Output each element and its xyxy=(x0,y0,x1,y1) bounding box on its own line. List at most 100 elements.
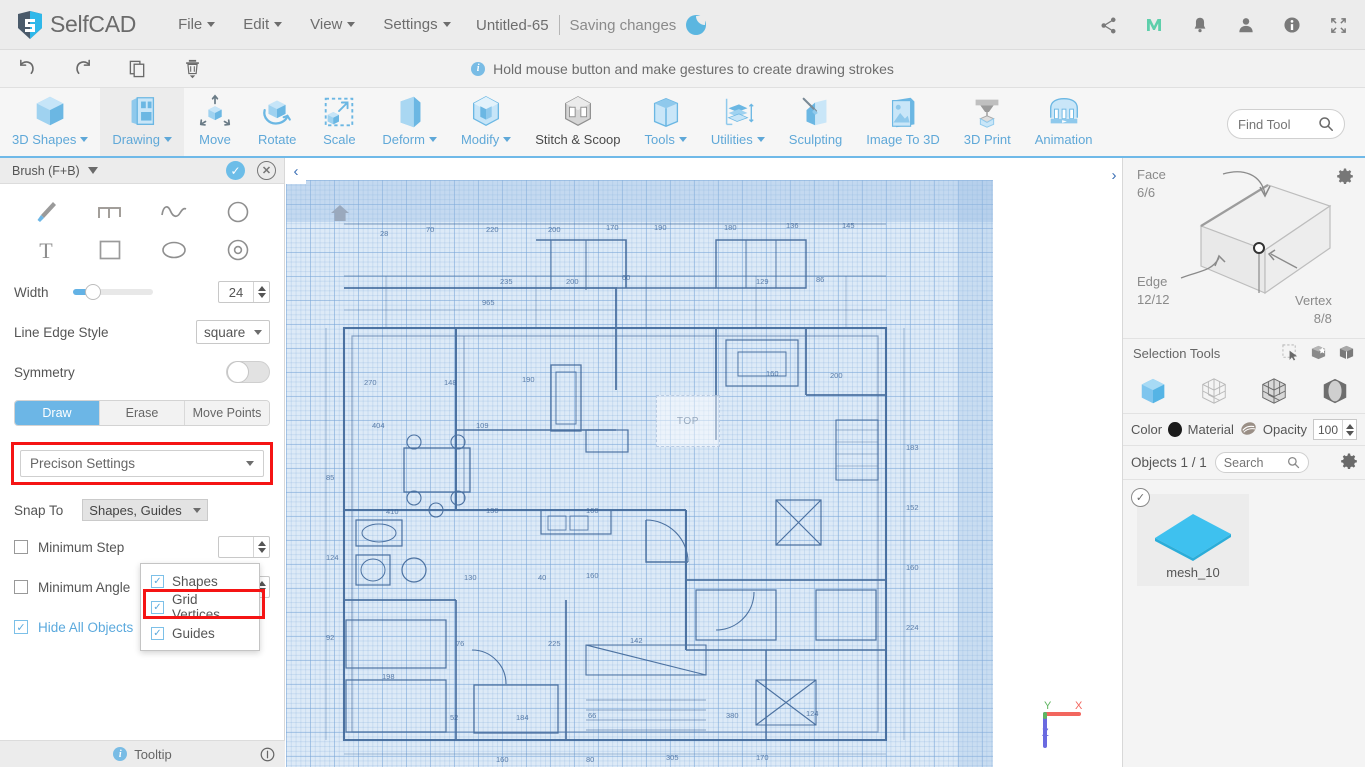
menu-settings[interactable]: Settings xyxy=(369,10,464,39)
step-line-icon[interactable] xyxy=(78,194,142,230)
ribbon-stitch-scoop[interactable]: Stitch & Scoop xyxy=(523,88,632,156)
ribbon-utilities[interactable]: Utilities xyxy=(699,88,777,156)
axis-gizmo: Y X Z xyxy=(1042,700,1083,748)
checkbox-checked-icon[interactable]: ✓ xyxy=(151,600,164,614)
menu-edit[interactable]: Edit xyxy=(229,10,296,39)
stitch-scoop-icon xyxy=(559,92,597,132)
objects-search-input[interactable] xyxy=(1223,455,1286,470)
object-selected-check-icon[interactable]: ✓ xyxy=(1131,488,1150,507)
snap-to-select[interactable]: Shapes, Guides xyxy=(82,499,209,521)
circle-icon[interactable] xyxy=(206,194,270,230)
minimum-step-input[interactable] xyxy=(219,539,253,555)
chevron-up-icon[interactable] xyxy=(1345,423,1354,429)
stepper-arrows[interactable] xyxy=(1342,419,1356,440)
help-icon[interactable] xyxy=(260,747,275,762)
ribbon-deform-label: Deform xyxy=(382,132,437,147)
ribbon-rotate[interactable]: Rotate xyxy=(246,88,308,156)
minimum-step-checkbox[interactable] xyxy=(14,540,28,554)
chevron-down-icon[interactable] xyxy=(1345,430,1354,436)
opacity-input[interactable] xyxy=(1314,422,1342,437)
rectangle-icon[interactable] xyxy=(78,232,142,268)
snap-option-shapes[interactable]: ✓ Shapes xyxy=(141,568,259,594)
ribbon-3d-shapes[interactable]: 3D Shapes xyxy=(0,88,100,156)
svg-text:220: 220 xyxy=(486,225,499,234)
slider-handle[interactable] xyxy=(84,284,101,300)
bell-icon[interactable] xyxy=(1189,14,1211,36)
ribbon-stitch-scoop-label: Stitch & Scoop xyxy=(535,132,621,147)
redo-button[interactable] xyxy=(55,50,110,87)
draw-mode-button[interactable]: Draw xyxy=(15,401,100,425)
share-icon[interactable] xyxy=(1097,14,1119,36)
confirm-button[interactable]: ✓ xyxy=(226,161,245,180)
app-logo[interactable]: SelfCAD xyxy=(16,10,136,40)
ribbon-scale[interactable]: Scale xyxy=(308,88,370,156)
ribbon-3d-print[interactable]: 3D Print xyxy=(952,88,1023,156)
chevron-up-icon[interactable] xyxy=(257,286,266,291)
chevron-up-icon[interactable] xyxy=(257,541,266,546)
collapse-left-panel-button[interactable]: ‹ xyxy=(286,158,306,184)
snap-option-grid-vertices[interactable]: ✓ Grid Vertices xyxy=(141,592,259,622)
objects-settings-icon[interactable] xyxy=(1341,453,1357,472)
find-tool-input[interactable] xyxy=(1238,116,1316,132)
width-slider[interactable] xyxy=(72,284,153,300)
opacity-stepper[interactable] xyxy=(1313,419,1357,440)
brush-icon[interactable] xyxy=(14,194,78,230)
concentric-circle-icon[interactable] xyxy=(206,232,270,268)
menu-file[interactable]: File xyxy=(164,10,229,39)
face-mode-icon[interactable] xyxy=(1318,374,1352,408)
expand-right-panel-button[interactable]: › xyxy=(1105,160,1123,190)
symmetry-toggle[interactable] xyxy=(226,361,270,383)
ribbon-tools[interactable]: Tools xyxy=(633,88,699,156)
add-select-icon[interactable] xyxy=(1310,344,1327,364)
viewport-canvas[interactable]: 28 70 220 200 170 190 180 136 145 235 200 60 129… xyxy=(286,158,1122,767)
text-icon[interactable]: T xyxy=(14,232,78,268)
m-logo-icon[interactable] xyxy=(1143,14,1165,36)
curve-icon[interactable] xyxy=(142,194,206,230)
subtract-select-icon[interactable] xyxy=(1338,344,1355,364)
ribbon-move[interactable]: Move xyxy=(184,88,246,156)
delete-button[interactable] xyxy=(165,50,220,87)
vertex-mode-icon[interactable] xyxy=(1197,374,1231,408)
stepper-arrows[interactable] xyxy=(253,282,269,302)
chevron-down-icon[interactable] xyxy=(257,293,266,298)
chevron-down-icon[interactable] xyxy=(87,167,98,174)
ellipse-icon[interactable] xyxy=(142,232,206,268)
snap-option-guides[interactable]: ✓ Guides xyxy=(141,620,259,646)
ribbon-deform[interactable]: Deform xyxy=(370,88,449,156)
width-input[interactable] xyxy=(219,284,253,300)
fullscreen-icon[interactable] xyxy=(1327,14,1349,36)
erase-mode-button[interactable]: Erase xyxy=(100,401,185,425)
menu-view[interactable]: View xyxy=(296,10,369,39)
home-icon[interactable] xyxy=(330,204,350,227)
close-icon[interactable]: ✕ xyxy=(257,161,276,180)
ribbon-drawing[interactable]: Drawing xyxy=(100,88,185,156)
minimum-step-stepper[interactable] xyxy=(218,536,270,558)
minimum-angle-checkbox[interactable] xyxy=(14,580,28,594)
copy-button[interactable] xyxy=(110,50,165,87)
ribbon-image-to-3d[interactable]: Image To 3D xyxy=(854,88,951,156)
find-tool-search[interactable] xyxy=(1227,109,1345,139)
move-points-mode-button[interactable]: Move Points xyxy=(185,401,269,425)
chevron-down-icon[interactable] xyxy=(257,548,266,553)
ribbon-animation[interactable]: Animation xyxy=(1023,88,1105,156)
undo-button[interactable] xyxy=(0,50,55,87)
material-icon[interactable] xyxy=(1240,420,1257,440)
precision-settings-select[interactable]: Precison Settings xyxy=(20,450,264,477)
ribbon-sculpting[interactable]: Sculpting xyxy=(777,88,854,156)
object-mode-icon[interactable] xyxy=(1136,374,1170,408)
color-swatch[interactable] xyxy=(1168,422,1182,437)
checkbox-checked-icon[interactable]: ✓ xyxy=(151,626,164,640)
rect-select-icon[interactable] xyxy=(1282,343,1299,364)
objects-search[interactable] xyxy=(1214,452,1309,473)
object-item-mesh[interactable]: ✓ mesh_10 xyxy=(1131,488,1249,586)
line-edge-style-select[interactable]: square xyxy=(196,320,270,344)
account-icon[interactable] xyxy=(1235,14,1257,36)
stepper-arrows[interactable] xyxy=(253,537,269,557)
hide-all-objects-checkbox[interactable]: ✓ xyxy=(14,620,28,634)
checkbox-checked-icon[interactable]: ✓ xyxy=(151,574,164,588)
info-icon[interactable] xyxy=(1281,14,1303,36)
edge-mode-icon[interactable] xyxy=(1257,374,1291,408)
width-stepper[interactable] xyxy=(218,281,270,303)
ribbon-modify[interactable]: Modify xyxy=(449,88,523,156)
document-title[interactable]: Untitled-65 xyxy=(476,17,549,34)
